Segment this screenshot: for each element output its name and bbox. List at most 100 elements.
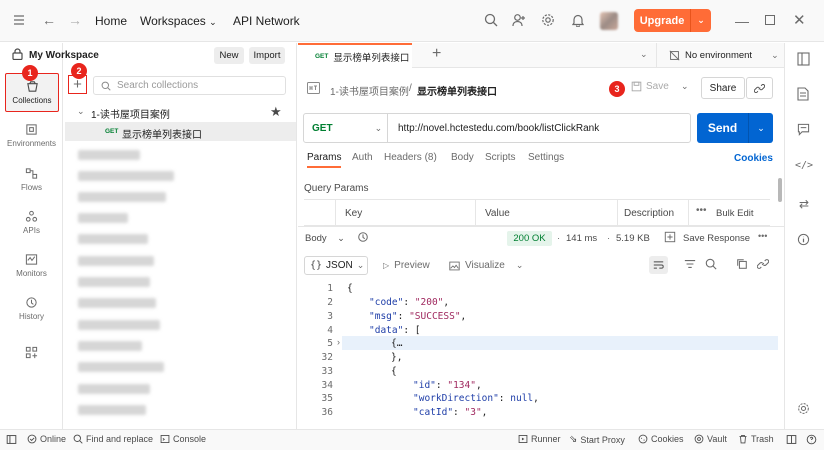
tab-auth[interactable]: Auth bbox=[352, 152, 373, 163]
forward-arrow-icon[interactable]: → bbox=[68, 12, 82, 28]
link-icon[interactable] bbox=[756, 258, 770, 273]
more-options-icon[interactable]: ••• bbox=[696, 205, 707, 216]
visualize-button[interactable]: Visualize ⌄ bbox=[449, 260, 523, 271]
workspaces-menu[interactable]: Workspaces ⌄ bbox=[140, 14, 217, 28]
visualize-label: Visualize bbox=[465, 260, 505, 271]
invite-user-icon[interactable] bbox=[512, 13, 526, 27]
breadcrumb-parent[interactable]: 1-读书屋项目案例 bbox=[330, 83, 409, 98]
cookies-button[interactable]: Cookies bbox=[638, 434, 684, 444]
settings-gear-icon[interactable] bbox=[541, 13, 555, 27]
nav-monitors[interactable]: Monitors bbox=[4, 247, 59, 283]
documentation-icon[interactable] bbox=[797, 52, 810, 69]
comments-icon[interactable] bbox=[797, 123, 810, 139]
tab-body[interactable]: Body bbox=[451, 152, 474, 163]
user-avatar[interactable] bbox=[600, 12, 618, 30]
preview-button[interactable]: ▷ Preview bbox=[383, 260, 430, 271]
runner-button[interactable]: Runner bbox=[518, 434, 561, 444]
save-response-button[interactable]: Save Response bbox=[683, 233, 750, 244]
response-time[interactable]: 141 ms bbox=[566, 233, 597, 244]
nav-environments[interactable]: Environments bbox=[4, 117, 59, 153]
copy-icon[interactable] bbox=[736, 258, 748, 273]
layout-toggle-icon[interactable] bbox=[786, 434, 797, 445]
more-options-icon[interactable]: ••• bbox=[758, 231, 767, 241]
tab-params[interactable]: Params bbox=[307, 152, 342, 168]
nav-flows[interactable]: Flows bbox=[4, 161, 59, 197]
environments-icon bbox=[26, 123, 37, 135]
search-collections-input[interactable]: Search collections bbox=[93, 76, 286, 95]
url-input[interactable]: http://novel.hctestedu.com/book/listClic… bbox=[398, 123, 599, 134]
start-proxy-label: Start Proxy bbox=[580, 434, 625, 445]
find-replace-button[interactable]: Find and replace bbox=[73, 434, 153, 444]
fold-chevron-icon[interactable]: › bbox=[337, 337, 340, 347]
method-select[interactable]: GET ⌄ bbox=[304, 114, 388, 142]
menu-icon[interactable] bbox=[12, 13, 26, 27]
collection-name[interactable]: 1-读书屋项目案例 bbox=[91, 106, 170, 121]
nav-monitors-label: Monitors bbox=[16, 268, 47, 278]
cog-help-icon[interactable] bbox=[797, 402, 810, 418]
online-status[interactable]: Online bbox=[27, 434, 66, 444]
tabs-overflow-chevron-icon[interactable]: ⌄ bbox=[640, 49, 648, 60]
response-body-tab[interactable]: Body ⌄ bbox=[305, 233, 345, 244]
code-line: { bbox=[347, 283, 353, 294]
chevron-down-icon[interactable]: ⌄ bbox=[691, 15, 711, 26]
scrollbar-thumb[interactable] bbox=[778, 178, 782, 202]
send-button[interactable]: Send ⌄ bbox=[697, 113, 773, 143]
star-icon[interactable]: ★ bbox=[270, 104, 282, 120]
info-document-icon[interactable] bbox=[797, 87, 809, 104]
toggle-sidebar-icon[interactable] bbox=[6, 434, 17, 445]
start-proxy-button[interactable]: ⇘ Start Proxy bbox=[569, 434, 625, 445]
info-circle-icon[interactable] bbox=[797, 233, 810, 249]
new-tab-plus-icon[interactable]: + bbox=[432, 45, 441, 63]
format-select[interactable]: {} JSON ⌄ bbox=[304, 256, 368, 275]
globe-icon[interactable] bbox=[664, 231, 676, 246]
code-snippet-icon[interactable]: </> bbox=[795, 160, 813, 171]
tab-headers[interactable]: Headers (8) bbox=[384, 152, 437, 163]
minimize-window-icon[interactable]: — bbox=[735, 13, 749, 29]
save-options-chevron-icon[interactable]: ⌄ bbox=[681, 81, 689, 92]
back-arrow-icon[interactable]: ← bbox=[42, 12, 56, 28]
wrap-lines-button[interactable] bbox=[649, 256, 668, 274]
notification-bell-icon[interactable] bbox=[571, 13, 585, 27]
link-icon bbox=[754, 83, 765, 93]
chevron-down-icon[interactable]: ⌄ bbox=[749, 123, 773, 134]
copy-link-button[interactable] bbox=[746, 77, 773, 99]
nav-apis[interactable]: APIs bbox=[4, 204, 59, 240]
response-size[interactable]: 5.19 KB bbox=[616, 233, 650, 244]
nav-configure-workbench[interactable] bbox=[4, 336, 59, 372]
tab-settings[interactable]: Settings bbox=[528, 152, 564, 163]
braces-icon: {} bbox=[310, 260, 323, 271]
flows-icon bbox=[25, 167, 38, 179]
code-line-collapsed[interactable]: {… bbox=[391, 338, 402, 349]
col-key-header: Key bbox=[345, 208, 363, 219]
share-button[interactable]: Share bbox=[701, 77, 745, 99]
upgrade-button[interactable]: Upgrade ⌄ bbox=[634, 9, 711, 32]
tab-scripts[interactable]: Scripts bbox=[485, 152, 516, 163]
help-icon[interactable] bbox=[806, 434, 817, 445]
chevron-down-icon[interactable]: ⌄ bbox=[77, 106, 85, 117]
maximize-window-icon[interactable] bbox=[765, 15, 775, 25]
nav-history[interactable]: History bbox=[4, 290, 59, 326]
search-icon[interactable] bbox=[484, 13, 498, 27]
bulk-edit-link[interactable]: Bulk Edit bbox=[716, 208, 754, 219]
status-badge[interactable]: 200 OK bbox=[507, 231, 552, 246]
filter-icon[interactable] bbox=[684, 258, 696, 273]
console-button[interactable]: Console bbox=[160, 434, 206, 444]
cookies-link[interactable]: Cookies bbox=[734, 153, 773, 164]
home-link[interactable]: Home bbox=[95, 14, 127, 28]
close-window-icon[interactable]: ✕ bbox=[793, 11, 806, 29]
response-history-icon[interactable] bbox=[357, 231, 369, 246]
tab-request[interactable]: GET 显示榜单列表接口 bbox=[298, 43, 412, 68]
top-bar: ← → Home Workspaces ⌄ API Network Upgrad… bbox=[0, 0, 824, 42]
api-network-link[interactable]: API Network bbox=[233, 14, 300, 28]
environment-selector[interactable]: No environment ⌄ bbox=[656, 43, 784, 68]
trash-label: Trash bbox=[751, 434, 774, 444]
list-item bbox=[78, 362, 164, 372]
chevron-down-icon: ⌄ bbox=[771, 50, 779, 60]
search-icon[interactable] bbox=[705, 258, 717, 273]
vault-button[interactable]: Vault bbox=[694, 434, 727, 444]
related-collections-icon[interactable]: ⇄ bbox=[799, 197, 809, 211]
save-button[interactable]: Save bbox=[631, 81, 669, 92]
breadcrumb-current[interactable]: 显示榜单列表接口 bbox=[417, 83, 497, 98]
trash-button[interactable]: Trash bbox=[738, 434, 774, 444]
breadcrumb-separator: / bbox=[409, 83, 412, 94]
